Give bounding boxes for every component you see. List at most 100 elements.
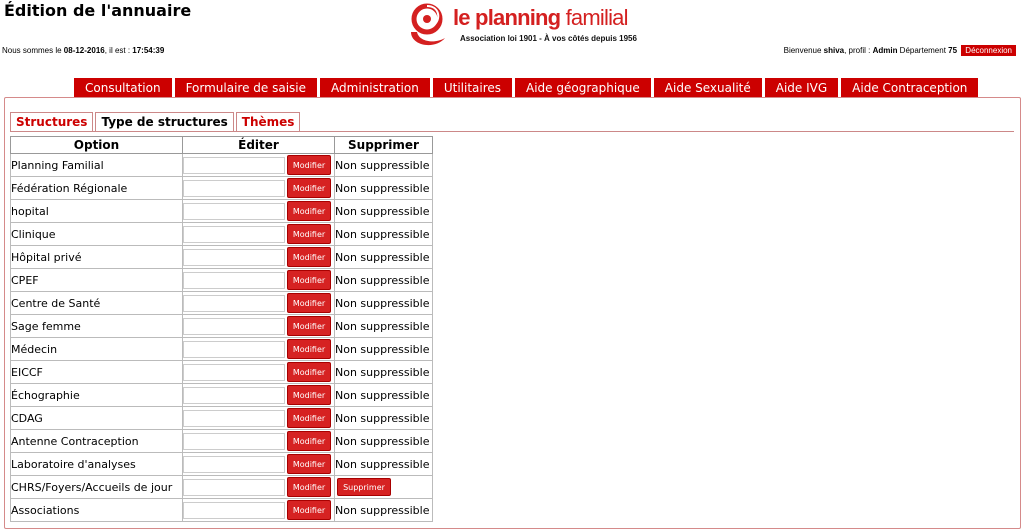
- main-nav: Consultation Formulaire de saisie Admini…: [74, 78, 981, 98]
- edit-controls: Modifier: [183, 431, 334, 451]
- logo: le planning familial Association loi 190…: [405, 2, 655, 50]
- edit-cell: Modifier: [182, 337, 335, 361]
- modify-button[interactable]: Modifier: [287, 454, 331, 474]
- modify-button[interactable]: Modifier: [287, 224, 331, 244]
- modify-button[interactable]: Modifier: [287, 293, 331, 313]
- nav-aide-sexualite[interactable]: Aide Sexualité: [653, 78, 762, 98]
- edit-option-input[interactable]: [183, 363, 285, 381]
- modify-button[interactable]: Modifier: [287, 431, 331, 451]
- column-header-delete: Supprimer: [334, 136, 433, 154]
- modify-button[interactable]: Modifier: [287, 201, 331, 221]
- tab-themes[interactable]: Thèmes: [235, 112, 301, 131]
- edit-option-input[interactable]: [183, 202, 285, 220]
- edit-option-input[interactable]: [183, 248, 285, 266]
- modify-button[interactable]: Modifier: [287, 500, 331, 520]
- edit-cell: Modifier: [182, 153, 335, 177]
- edit-option-input[interactable]: [183, 294, 285, 312]
- edit-option-input[interactable]: [183, 271, 285, 289]
- not-deletable-label: Non suppressible: [334, 406, 433, 430]
- edit-cell: Modifier: [182, 176, 335, 200]
- edit-option-input[interactable]: [183, 455, 285, 473]
- edit-option-input[interactable]: [183, 179, 285, 197]
- edit-cell: Modifier: [182, 498, 335, 522]
- not-deletable-label: Non suppressible: [334, 199, 433, 223]
- user-line: Bienvenue shiva, profil : Admin Départem…: [784, 45, 1016, 56]
- modify-button[interactable]: Modifier: [287, 247, 331, 267]
- modify-button[interactable]: Modifier: [287, 362, 331, 382]
- not-deletable-label: Non suppressible: [334, 153, 433, 177]
- nav-consultation[interactable]: Consultation: [74, 78, 172, 98]
- option-name: Antenne Contraception: [10, 429, 183, 453]
- nav-aide-ivg[interactable]: Aide IVG: [764, 78, 839, 98]
- edit-option-input[interactable]: [183, 225, 285, 243]
- edit-option-input[interactable]: [183, 409, 285, 427]
- modify-button[interactable]: Modifier: [287, 316, 331, 336]
- modify-button[interactable]: Modifier: [287, 385, 331, 405]
- user-profile: Admin: [872, 46, 898, 55]
- nav-administration[interactable]: Administration: [320, 78, 430, 98]
- edit-option-input[interactable]: [183, 317, 285, 335]
- modify-button[interactable]: Modifier: [287, 155, 331, 175]
- table-row: Laboratoire d'analyses Modifier Non suppre…: [10, 452, 433, 476]
- nav-utilitaires[interactable]: Utilitaires: [432, 78, 513, 98]
- edit-cell: Modifier: [182, 222, 335, 246]
- table-row: CDAG Modifier Non suppressible: [10, 406, 433, 430]
- table-row: Antenne Contraception Modifier Non suppres…: [10, 429, 433, 453]
- option-name: hopital: [10, 199, 183, 223]
- not-deletable-label: Non suppressible: [334, 360, 433, 384]
- logout-button[interactable]: Déconnexion: [961, 45, 1016, 56]
- edit-option-input[interactable]: [183, 478, 285, 496]
- table-row: Médecin Modifier Non suppressible: [10, 337, 433, 361]
- option-name: Échographie: [10, 383, 183, 407]
- table-row: Centre de Santé Modifier Non suppressible: [10, 291, 433, 315]
- table-header-row: Option Éditer Supprimer: [10, 136, 433, 154]
- edit-controls: Modifier: [183, 270, 334, 290]
- table-row: Hôpital privé Modifier Non suppressible: [10, 245, 433, 269]
- tab-divider: [10, 131, 1014, 132]
- modify-button[interactable]: Modifier: [287, 270, 331, 290]
- modify-button[interactable]: Modifier: [287, 477, 331, 497]
- welcome-prefix: Bienvenue: [783, 46, 824, 55]
- option-name: Associations: [10, 498, 183, 522]
- edit-cell: Modifier: [182, 360, 335, 384]
- modify-button[interactable]: Modifier: [287, 408, 331, 428]
- edit-cell: Modifier: [182, 383, 335, 407]
- date-line: Nous sommes le 08-12-2016, il est : 17:5…: [2, 46, 164, 55]
- delete-button[interactable]: Supprimer: [337, 478, 391, 496]
- edit-controls: Modifier: [183, 316, 334, 336]
- table-row: Sage femme Modifier Non suppressible: [10, 314, 433, 338]
- edit-option-input[interactable]: [183, 432, 285, 450]
- not-deletable-label: Non suppressible: [334, 452, 433, 476]
- edit-controls: Modifier: [183, 201, 334, 221]
- option-name: Clinique: [10, 222, 183, 246]
- table-row: Fédération Régionale Modifier Non suppress…: [10, 176, 433, 200]
- edit-controls: Modifier: [183, 385, 334, 405]
- nav-aide-contraception[interactable]: Aide Contraception: [841, 78, 979, 98]
- not-deletable-label: Non suppressible: [334, 245, 433, 269]
- not-deletable-label: Non suppressible: [334, 429, 433, 453]
- edit-option-input[interactable]: [183, 386, 285, 404]
- option-name: Centre de Santé: [10, 291, 183, 315]
- column-header-edit: Éditer: [182, 136, 335, 154]
- edit-controls: Modifier: [183, 155, 334, 175]
- option-name: Fédération Régionale: [10, 176, 183, 200]
- logo-name-regular: familial: [560, 5, 629, 30]
- table-row: Clinique Modifier Non suppressible: [10, 222, 433, 246]
- table-row: Associations Modifier Non suppressible: [10, 498, 433, 522]
- tab-structures[interactable]: Structures: [10, 112, 94, 131]
- edit-controls: Modifier: [183, 500, 334, 520]
- modify-button[interactable]: Modifier: [287, 178, 331, 198]
- nav-aide-geographique[interactable]: Aide géographique: [515, 78, 651, 98]
- structure-types-table: Option Éditer Supprimer Planning Familia…: [10, 136, 433, 522]
- edit-option-input[interactable]: [183, 340, 285, 358]
- nav-formulaire-de-saisie[interactable]: Formulaire de saisie: [174, 78, 318, 98]
- table-row: EICCF Modifier Non suppressible: [10, 360, 433, 384]
- table-row: CPEF Modifier Non suppressible: [10, 268, 433, 292]
- not-deletable-label: Non suppressible: [334, 268, 433, 292]
- modify-button[interactable]: Modifier: [287, 339, 331, 359]
- edit-option-input[interactable]: [183, 501, 285, 519]
- tab-type-de-structures[interactable]: Type de structures: [95, 112, 234, 131]
- edit-option-input[interactable]: [183, 156, 285, 174]
- edit-controls: Modifier: [183, 408, 334, 428]
- user-department: 75: [948, 46, 958, 55]
